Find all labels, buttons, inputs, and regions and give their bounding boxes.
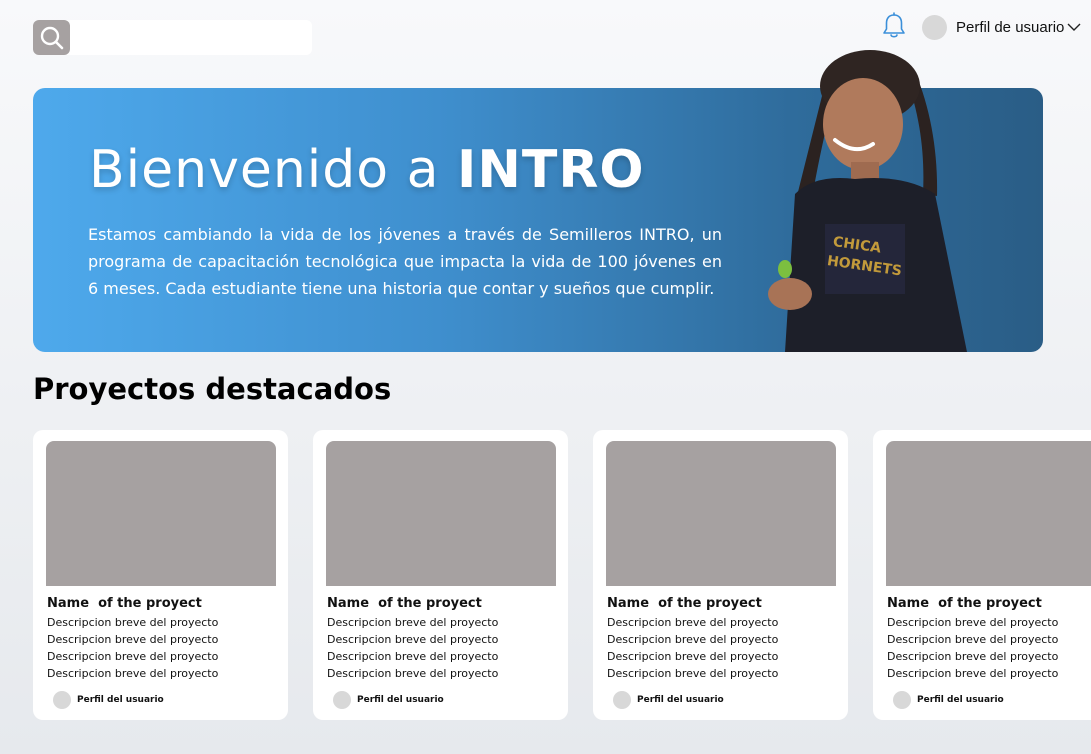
project-description: Descripcion breve del proyecto [327, 667, 499, 680]
user-profile-menu[interactable]: Perfil de usuario [922, 14, 1081, 40]
project-card[interactable]: Name of the proyect Descripcion breve de… [593, 430, 848, 720]
project-author[interactable]: Perfil del usuario [333, 691, 444, 709]
hero-title-regular: Bienvenido a [89, 140, 457, 200]
project-description: Descripcion breve del proyecto [47, 650, 219, 663]
project-name: Name of the proyect [887, 596, 1042, 611]
project-description: Descripcion breve del proyecto [887, 616, 1059, 629]
project-description: Descripcion breve del proyecto [327, 616, 499, 629]
project-description: Descripcion breve del proyecto [327, 650, 499, 663]
search-button[interactable] [33, 20, 70, 55]
search-input[interactable] [75, 24, 309, 53]
project-description: Descripcion breve del proyecto [887, 667, 1059, 680]
author-label: Perfil del usuario [917, 695, 1004, 705]
author-label: Perfil del usuario [357, 695, 444, 705]
project-description: Descripcion breve del proyecto [327, 633, 499, 646]
project-card[interactable]: Name of the proyect Descripcion breve de… [313, 430, 568, 720]
project-description: Descripcion breve del proyecto [607, 616, 779, 629]
hero-title: Bienvenido a INTRO [89, 140, 645, 200]
search-bar [33, 20, 312, 55]
project-image-placeholder [606, 441, 836, 586]
project-card-list: Name of the proyect Descripcion breve de… [0, 430, 1091, 720]
project-author[interactable]: Perfil del usuario [53, 691, 164, 709]
project-author[interactable]: Perfil del usuario [893, 691, 1004, 709]
avatar [922, 14, 947, 40]
project-card[interactable]: Name of the proyect Descripcion breve de… [873, 430, 1091, 720]
avatar [53, 691, 71, 709]
project-description: Descripcion breve del proyecto [887, 650, 1059, 663]
avatar [613, 691, 631, 709]
author-label: Perfil del usuario [637, 695, 724, 705]
hero-student-photo: CHICA HORNETS [768, 50, 967, 352]
search-icon [40, 26, 63, 49]
project-author[interactable]: Perfil del usuario [613, 691, 724, 709]
hero-title-brand: INTRO [457, 140, 645, 200]
project-image-placeholder [886, 441, 1091, 586]
project-description: Descripcion breve del proyecto [47, 633, 219, 646]
project-description: Descripcion breve del proyecto [607, 633, 779, 646]
user-menu-label: Perfil de usuario [956, 18, 1065, 36]
project-description: Descripcion breve del proyecto [887, 633, 1059, 646]
hero-description: Estamos cambiando la vida de los jóvenes… [88, 225, 722, 298]
project-image-placeholder [46, 441, 276, 586]
project-name: Name of the proyect [47, 596, 202, 611]
avatar [893, 691, 911, 709]
project-image-placeholder [326, 441, 556, 586]
project-description: Descripcion breve del proyecto [47, 667, 219, 680]
author-label: Perfil del usuario [77, 695, 164, 705]
bell-icon[interactable] [879, 11, 909, 41]
avatar [333, 691, 351, 709]
project-description: Descripcion breve del proyecto [607, 667, 779, 680]
project-name: Name of the proyect [327, 596, 482, 611]
project-name: Name of the proyect [607, 596, 762, 611]
project-description: Descripcion breve del proyecto [607, 650, 779, 663]
project-description: Descripcion breve del proyecto [47, 616, 219, 629]
chevron-down-icon [1067, 23, 1081, 31]
featured-projects-title: Proyectos destacados [33, 372, 392, 406]
project-card[interactable]: Name of the proyect Descripcion breve de… [33, 430, 288, 720]
